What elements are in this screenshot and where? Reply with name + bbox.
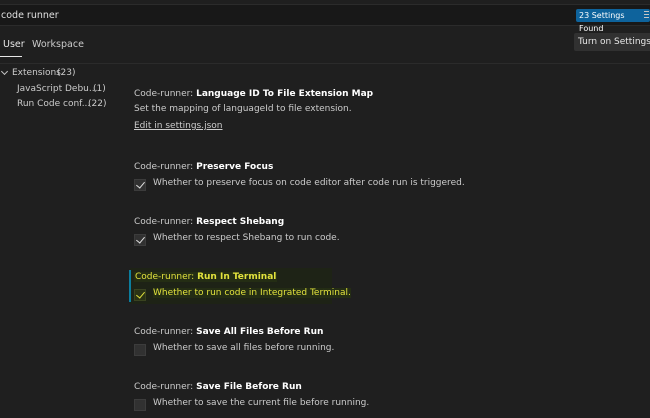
setting-name: Run In Terminal (197, 272, 277, 282)
setting-title: Code-runner: Save File Before Run (134, 382, 302, 392)
settings-search-bar: 23 Settings Found (0, 4, 650, 33)
setting-run-in-terminal: Code-runner: Run In Terminal Whether to … (134, 272, 614, 308)
save-all-files-before-run-checkbox[interactable] (134, 344, 146, 356)
setting-category: Code-runner: (134, 382, 194, 392)
edit-in-settings-json-link[interactable]: Edit in settings.json (134, 121, 223, 131)
setting-description: Whether to save all files before running… (153, 343, 335, 353)
toc-group-count: (23) (57, 68, 76, 78)
chevron-down-icon (0, 67, 9, 76)
toc-group-label: Extensions (12, 68, 61, 78)
setting-name: Save All Files Before Run (196, 327, 324, 337)
setting-description: Set the mapping of languageId to file ex… (134, 104, 352, 114)
checkmark-icon (136, 179, 145, 189)
checkmark-icon (136, 234, 145, 244)
respect-shebang-checkbox[interactable] (134, 234, 146, 246)
setting-name: Respect Shebang (196, 217, 285, 227)
setting-category: Code-runner: (134, 217, 194, 227)
setting-name: Preserve Focus (196, 162, 274, 172)
setting-title: Code-runner: Language ID To File Extensi… (134, 89, 373, 99)
setting-name: Language ID To File Extension Map (196, 89, 374, 99)
settings-search-input[interactable] (0, 7, 561, 23)
run-in-terminal-checkbox[interactable] (134, 289, 146, 301)
toc-item-count: (22) (88, 99, 107, 109)
toc-item-javascript-debugger[interactable]: JavaScript Debu... (1) (17, 82, 117, 96)
results-count-badge: 23 Settings Found (576, 9, 650, 33)
setting-description: Whether to respect Shebang to run code. (153, 233, 340, 243)
setting-name: Save File Before Run (196, 382, 302, 392)
setting-category: Code-runner: (134, 327, 194, 337)
checkmark-icon (136, 289, 145, 299)
setting-category: Code-runner: (134, 89, 194, 99)
setting-description: Whether to preserve focus on code editor… (153, 178, 465, 188)
toc-item-run-code-configuration[interactable]: Run Code conf... (22) (17, 97, 117, 111)
tabs-divider (0, 63, 650, 64)
preserve-focus-checkbox[interactable] (134, 179, 146, 191)
setting-save-all-files-before-run: Code-runner: Save All Files Before Run W… (134, 327, 614, 363)
setting-category: Code-runner: (134, 162, 194, 172)
setting-title: Code-runner: Preserve Focus (134, 162, 273, 172)
save-file-before-run-checkbox[interactable] (134, 399, 146, 411)
toc-item-label: JavaScript Debu... (17, 84, 98, 94)
toc-item-label: Run Code conf... (17, 99, 91, 109)
setting-respect-shebang: Code-runner: Respect Shebang Whether to … (134, 217, 614, 253)
turn-on-settings-sync-button[interactable]: Turn on Settings S (574, 33, 650, 51)
setting-title: Code-runner: Run In Terminal (134, 272, 278, 282)
modified-indicator (129, 270, 131, 302)
setting-title: Code-runner: Save All Files Before Run (134, 327, 323, 337)
setting-description: Whether to run code in Integrated Termin… (153, 288, 351, 298)
tab-workspace[interactable]: Workspace (32, 34, 84, 56)
setting-language-id-to-file-extension-map: Code-runner: Language ID To File Extensi… (134, 89, 614, 139)
setting-preserve-focus: Code-runner: Preserve Focus Whether to p… (134, 162, 614, 198)
filter-lines-icon[interactable] (644, 9, 650, 22)
toc-item-count: (1) (93, 84, 106, 94)
setting-title: Code-runner: Respect Shebang (134, 217, 284, 227)
setting-category: Code-runner: (135, 272, 195, 282)
setting-save-file-before-run: Code-runner: Save File Before Run Whethe… (134, 382, 614, 418)
active-tab-indicator (0, 56, 22, 57)
tab-user[interactable]: User (3, 34, 25, 56)
